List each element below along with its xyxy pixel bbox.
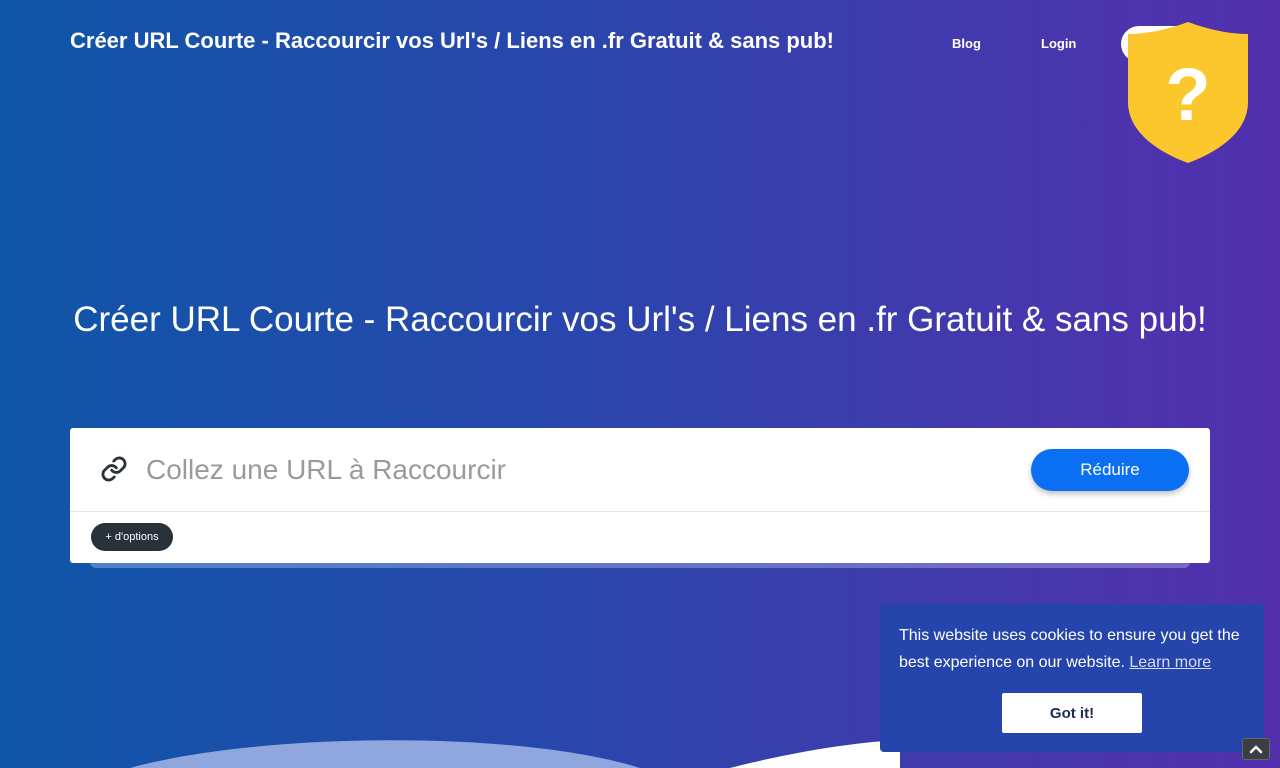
- hero-title: Créer URL Courte - Raccourcir vos Url's …: [73, 300, 1207, 339]
- cookie-learn-more-link[interactable]: Learn more: [1129, 654, 1211, 671]
- reduce-button[interactable]: Réduire: [1031, 449, 1189, 491]
- nav-blog-link[interactable]: Blog: [952, 36, 981, 51]
- chevron-up-icon: [1249, 745, 1263, 754]
- cookie-accept-button[interactable]: Got it!: [1002, 693, 1142, 733]
- url-input[interactable]: [146, 446, 1016, 494]
- question-glyph: ?: [1165, 53, 1210, 136]
- scroll-top-button[interactable]: [1242, 738, 1270, 760]
- shortener-input-row: Réduire: [70, 428, 1210, 512]
- shortener-card: Réduire + d'options: [70, 428, 1210, 563]
- more-options-button[interactable]: + d'options: [91, 523, 173, 551]
- question-shield-icon[interactable]: ?: [1126, 20, 1250, 164]
- brand-link[interactable]: Créer URL Courte - Raccourcir vos Url's …: [70, 28, 834, 54]
- link-icon: [101, 456, 127, 482]
- cookie-banner: This website uses cookies to ensure you …: [880, 604, 1264, 752]
- nav-login-link[interactable]: Login: [1041, 36, 1076, 51]
